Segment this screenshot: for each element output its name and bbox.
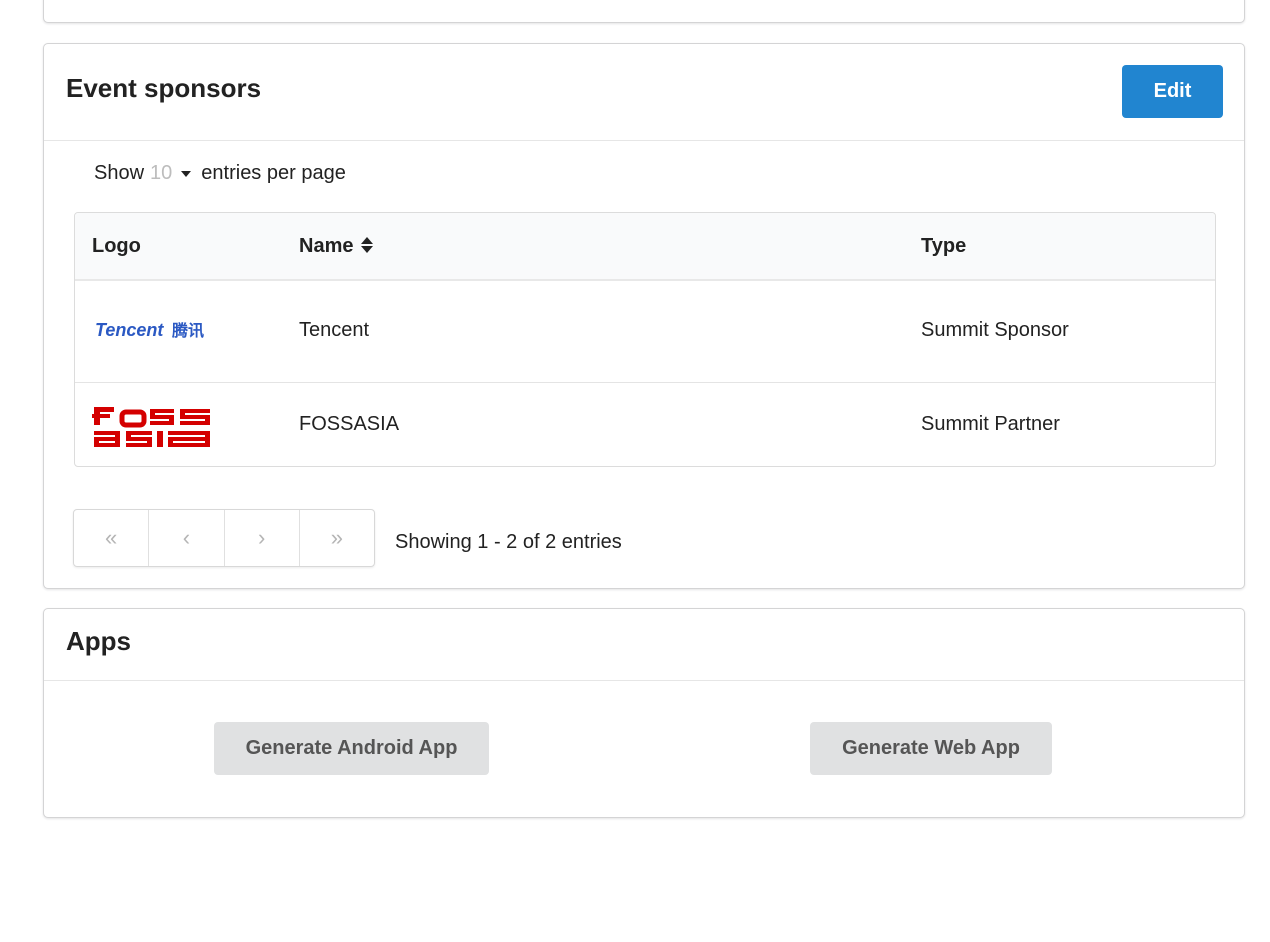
- table-row: FOSSASIA Summit Partner: [75, 383, 1215, 466]
- event-sponsors-card: Event sponsors Edit Show 10 entries per …: [43, 43, 1245, 589]
- apps-header: Apps: [44, 609, 1244, 681]
- column-header-logo: Logo: [92, 235, 141, 257]
- fossasia-logo: [92, 407, 210, 447]
- sponsor-type: Summit Partner: [921, 413, 1060, 435]
- first-page-button[interactable]: «: [74, 510, 150, 566]
- column-header-name-label: Name: [299, 235, 354, 257]
- per-page-suffix-label: entries per page: [201, 162, 346, 184]
- sponsors-table: Logo Name Type Tencent 腾讯 Tencent Summit…: [74, 212, 1216, 467]
- double-chevron-right-icon: »: [330, 525, 343, 550]
- apps-card: Apps Generate Android App Generate Web A…: [43, 608, 1245, 818]
- sponsor-name: FOSSASIA: [299, 413, 400, 435]
- chevron-left-icon: ‹: [182, 525, 191, 550]
- generate-web-app-button[interactable]: Generate Web App: [810, 722, 1052, 775]
- double-chevron-left-icon: «: [105, 525, 118, 550]
- apps-title: Apps: [66, 626, 131, 656]
- pagination-info: Showing 1 - 2 of 2 entries: [395, 531, 622, 553]
- svg-text:Tencent: Tencent: [95, 320, 164, 340]
- pagination: « ‹ › »: [73, 509, 375, 567]
- edit-button[interactable]: Edit: [1122, 65, 1223, 118]
- sort-icon[interactable]: [361, 236, 374, 254]
- chevron-right-icon: ›: [257, 525, 266, 550]
- caret-down-icon[interactable]: [181, 170, 192, 177]
- svg-text:腾讯: 腾讯: [172, 321, 204, 340]
- event-sponsors-header: Event sponsors Edit: [44, 44, 1244, 141]
- sponsor-name: Tencent: [299, 319, 370, 341]
- column-header-name[interactable]: Name: [299, 235, 374, 258]
- table-row: Tencent 腾讯 Tencent Summit Sponsor: [75, 281, 1215, 383]
- last-page-button[interactable]: »: [300, 510, 374, 566]
- per-page-select[interactable]: 10: [150, 162, 172, 185]
- previous-page-button[interactable]: ‹: [149, 510, 225, 566]
- next-page-button[interactable]: ›: [225, 510, 300, 566]
- per-page-show-label: Show: [94, 162, 145, 184]
- previous-section-card: [43, 0, 1245, 23]
- table-header: Logo Name Type: [75, 213, 1215, 281]
- entries-per-page: Show 10 entries per page: [94, 162, 346, 185]
- event-sponsors-title: Event sponsors: [66, 73, 262, 103]
- generate-android-app-button[interactable]: Generate Android App: [214, 722, 489, 775]
- column-header-type: Type: [921, 235, 967, 257]
- sponsor-type: Summit Sponsor: [921, 319, 1069, 341]
- tencent-logo: Tencent 腾讯: [95, 320, 204, 340]
